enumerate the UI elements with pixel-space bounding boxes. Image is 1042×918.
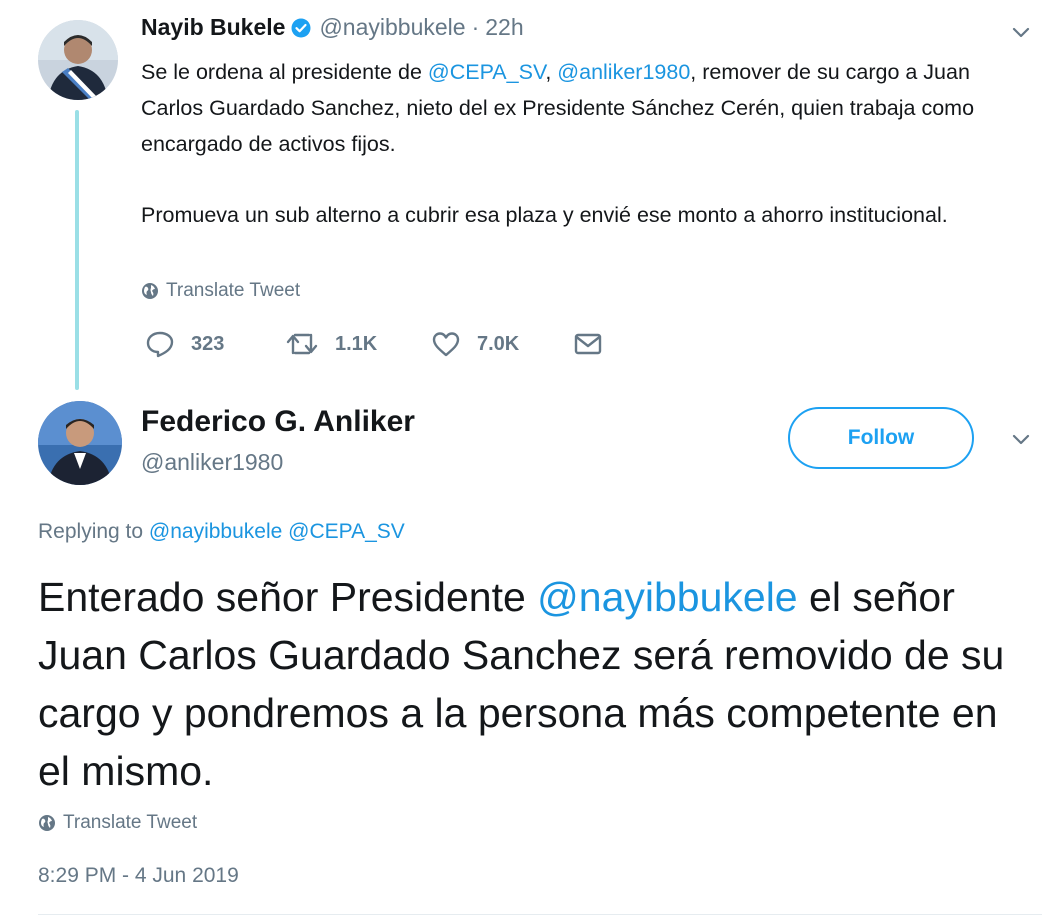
tweet2-author-handle[interactable]: @anliker1980 — [141, 449, 283, 476]
replying-to-mentions[interactable]: @nayibbukele @CEPA_SV — [149, 520, 405, 543]
tweet1-body: Se le ordena al presidente de @CEPA_SV, … — [141, 54, 1021, 268]
reply-button[interactable]: 323 — [145, 330, 285, 358]
tweet1-text-segment: Se le ordena al presidente de — [141, 60, 428, 84]
like-button[interactable]: 7.0K — [431, 330, 573, 358]
retweet-icon — [285, 331, 319, 357]
tweet2-more-chevron-down-icon[interactable] — [1008, 427, 1034, 453]
avatar-nayib-bukele[interactable] — [38, 20, 118, 100]
tweet1-author-name[interactable]: Nayib Bukele — [141, 14, 285, 41]
heart-icon — [431, 330, 461, 358]
tweet2-body: Enterado señor Presidente @nayibbukele e… — [38, 568, 1028, 800]
tweet1-text-segment: , — [545, 60, 558, 84]
translate-label: Translate Tweet — [166, 280, 301, 301]
tweet2-text-segment: Enterado señor Presidente — [38, 574, 538, 620]
mention-anliker1980[interactable]: @anliker1980 — [557, 60, 690, 84]
avatar-federico-anliker[interactable] — [38, 401, 122, 485]
tweet1-action-bar: 323 1.1K 7.0K — [145, 330, 619, 358]
replying-to: Replying to @nayibbukele @CEPA_SV — [38, 520, 405, 544]
tweet1-separator: · — [471, 14, 480, 40]
mention-cepa-sv[interactable]: @CEPA_SV — [428, 60, 545, 84]
mention-nayibbukele[interactable]: @nayibbukele — [537, 574, 797, 620]
thread-connector-line — [75, 110, 79, 390]
divider — [38, 914, 1042, 915]
replying-to-label: Replying to — [38, 520, 149, 543]
like-count: 7.0K — [477, 332, 520, 355]
tweet1-translate-link[interactable]: Translate Tweet — [141, 280, 300, 302]
tweet1-more-chevron-down-icon[interactable] — [1008, 20, 1034, 46]
retweet-button[interactable]: 1.1K — [285, 331, 431, 357]
globe-icon — [141, 282, 159, 300]
envelope-icon — [573, 331, 603, 357]
globe-icon — [38, 814, 56, 832]
tweet2-translate-link[interactable]: Translate Tweet — [38, 812, 197, 834]
tweet2-timestamp[interactable]: 8:29 PM - 4 Jun 2019 — [38, 864, 239, 888]
retweet-count: 1.1K — [335, 332, 378, 355]
direct-message-button[interactable] — [573, 331, 619, 357]
tweet1-paragraph-1: Se le ordena al presidente de @CEPA_SV, … — [141, 54, 1021, 162]
tweet1-header: Nayib Bukele @nayibbukele · 22h — [141, 14, 524, 41]
reply-count: 323 — [191, 332, 225, 355]
follow-button[interactable]: Follow — [788, 407, 974, 469]
tweet1-paragraph-2: Promueva un sub alterno a cubrir esa pla… — [141, 203, 948, 227]
tweet1-timestamp[interactable]: 22h — [485, 14, 523, 41]
verified-badge-icon — [291, 18, 311, 38]
tweet1-author-handle[interactable]: @nayibbukele — [319, 14, 465, 41]
tweet2-author-name[interactable]: Federico G. Anliker — [141, 405, 415, 439]
reply-icon — [145, 330, 175, 358]
translate-label: Translate Tweet — [63, 812, 198, 833]
